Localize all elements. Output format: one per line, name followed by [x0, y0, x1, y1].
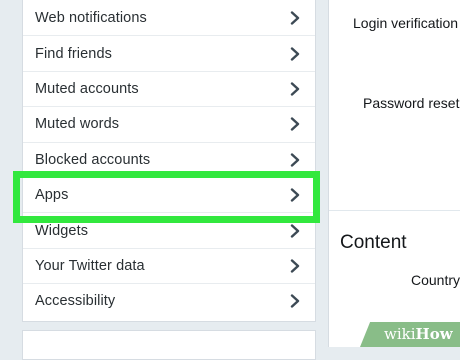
chevron-right-icon [289, 10, 301, 25]
menu-item-label: Apps [35, 186, 69, 203]
chevron-right-icon [289, 46, 301, 61]
menu-item-muted-accounts[interactable]: Muted accounts [23, 70, 315, 106]
settings-menu: Web notifications Find friends Muted acc… [22, 0, 316, 322]
chevron-right-icon [289, 153, 301, 167]
country-label: Country [411, 272, 460, 288]
watermark-part2: How [415, 325, 453, 343]
chevron-right-icon [289, 294, 301, 309]
menu-item-widgets[interactable]: Widgets [23, 212, 315, 247]
watermark-part1: wiki [384, 325, 416, 343]
password-reset-label: Password reset [363, 95, 460, 111]
menu-item-blocked-accounts[interactable]: Blocked accounts [23, 141, 315, 177]
menu-item-label: Find friends [35, 45, 112, 62]
menu-item-find-friends[interactable]: Find friends [23, 35, 315, 70]
settings-content-panel: Login verification Password reset Conten… [328, 0, 460, 347]
menu-item-apps[interactable]: Apps [23, 177, 315, 212]
chevron-right-icon [289, 117, 301, 132]
content-section-title: Content [340, 232, 407, 253]
menu-item-label: Your Twitter data [35, 257, 145, 274]
chevron-right-icon [289, 82, 301, 96]
menu-item-label: Blocked accounts [35, 151, 151, 168]
chevron-right-icon [289, 187, 301, 202]
menu-item-label: Web notifications [35, 9, 147, 26]
chevron-right-icon [289, 259, 301, 273]
wikihow-watermark-logo: wikiHow [384, 325, 453, 343]
section-divider [329, 210, 460, 211]
menu-item-accessibility[interactable]: Accessibility [23, 283, 315, 318]
menu-item-label: Muted words [35, 116, 120, 133]
menu-item-muted-words[interactable]: Muted words [23, 106, 315, 141]
menu-item-label: Accessibility [35, 293, 116, 310]
menu-item-label: Widgets [35, 222, 89, 239]
menu-item-your-twitter-data[interactable]: Your Twitter data [23, 247, 315, 283]
login-verification-label: Login verification [353, 15, 459, 31]
chevron-right-icon [289, 223, 301, 238]
sidebar-footer-card [22, 330, 316, 360]
menu-item-web-notifications[interactable]: Web notifications [23, 0, 315, 35]
menu-item-label: Muted accounts [35, 80, 139, 97]
